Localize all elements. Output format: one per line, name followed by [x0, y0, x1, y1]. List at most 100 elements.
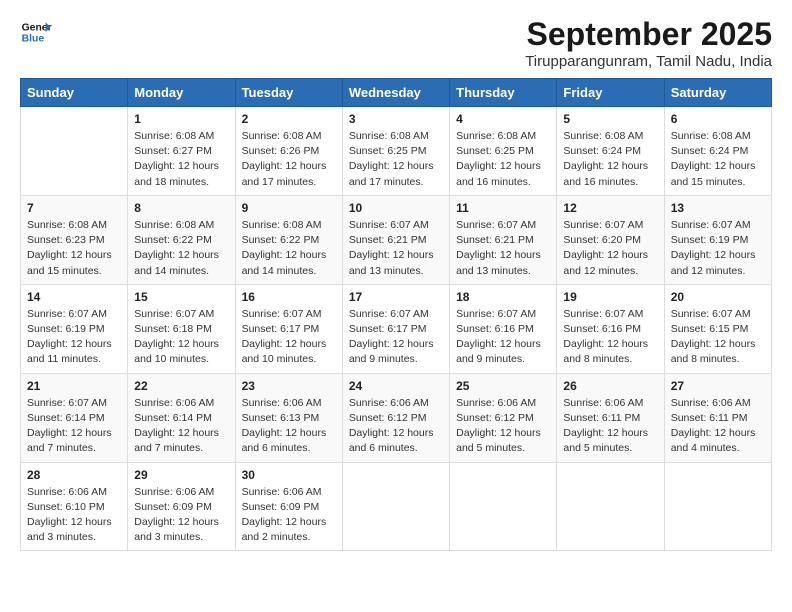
- calendar-cell: 23 Sunrise: 6:06 AM Sunset: 6:13 PM Dayli…: [235, 373, 342, 462]
- calendar-cell: 14 Sunrise: 6:07 AM Sunset: 6:19 PM Dayli…: [21, 284, 128, 373]
- day-number: 22: [134, 379, 228, 393]
- day-number: 13: [671, 201, 765, 215]
- calendar-cell: 6 Sunrise: 6:08 AM Sunset: 6:24 PM Daylig…: [664, 107, 771, 196]
- location-title: Tirupparangunram, Tamil Nadu, India: [525, 53, 772, 70]
- calendar-cell: 27Sunrise: 6:06 AM Sunset: 6:11 PM Dayli…: [664, 373, 771, 462]
- calendar-cell: 12 Sunrise: 6:07 AM Sunset: 6:20 PM Dayli…: [557, 195, 664, 284]
- day-number: 14: [27, 290, 121, 304]
- cell-info: Sunrise: 6:07 AM Sunset: 6:14 PM Dayligh…: [27, 396, 121, 457]
- day-number: 17: [349, 290, 443, 304]
- day-header-tuesday: Tuesday: [235, 79, 342, 107]
- cell-info: Sunrise: 6:08 AM Sunset: 6:22 PM Dayligh…: [134, 218, 228, 279]
- cell-info: Sunrise: 6:08 AM Sunset: 6:23 PM Dayligh…: [27, 218, 121, 279]
- calendar-cell: 5 Sunrise: 6:08 AM Sunset: 6:24 PM Daylig…: [557, 107, 664, 196]
- cell-info: Sunrise: 6:06 AM Sunset: 6:09 PM Dayligh…: [134, 485, 228, 546]
- cell-info: Sunrise: 6:07 AM Sunset: 6:17 PM Dayligh…: [242, 307, 336, 368]
- calendar-cell: 26 Sunrise: 6:06 AM Sunset: 6:11 PM Dayli…: [557, 373, 664, 462]
- calendar-cell: [342, 462, 449, 551]
- calendar-week-row: 7 Sunrise: 6:08 AM Sunset: 6:23 PM Daylig…: [21, 195, 772, 284]
- calendar-cell: [664, 462, 771, 551]
- day-header-wednesday: Wednesday: [342, 79, 449, 107]
- calendar-cell: 29 Sunrise: 6:06 AM Sunset: 6:09 PM Dayli…: [128, 462, 235, 551]
- cell-info: Sunrise: 6:07 AM Sunset: 6:18 PM Dayligh…: [134, 307, 228, 368]
- calendar-header-row: SundayMondayTuesdayWednesdayThursdayFrid…: [21, 79, 772, 107]
- calendar-cell: 2 Sunrise: 6:08 AM Sunset: 6:26 PM Daylig…: [235, 107, 342, 196]
- day-number: 6: [671, 112, 765, 126]
- calendar-cell: 1 Sunrise: 6:08 AM Sunset: 6:27 PM Daylig…: [128, 107, 235, 196]
- day-number: 29: [134, 468, 228, 482]
- calendar-cell: 17 Sunrise: 6:07 AM Sunset: 6:17 PM Dayli…: [342, 284, 449, 373]
- day-number: 25: [456, 379, 550, 393]
- calendar-cell: 24 Sunrise: 6:06 AM Sunset: 6:12 PM Dayli…: [342, 373, 449, 462]
- svg-text:Blue: Blue: [22, 34, 45, 45]
- calendar-cell: 9 Sunrise: 6:08 AM Sunset: 6:22 PM Daylig…: [235, 195, 342, 284]
- day-number: 16: [242, 290, 336, 304]
- cell-info: Sunrise: 6:08 AM Sunset: 6:26 PM Dayligh…: [242, 129, 336, 190]
- calendar-cell: 28Sunrise: 6:06 AM Sunset: 6:10 PM Dayli…: [21, 462, 128, 551]
- calendar-week-row: 14 Sunrise: 6:07 AM Sunset: 6:19 PM Dayli…: [21, 284, 772, 373]
- calendar-cell: 25Sunrise: 6:06 AM Sunset: 6:12 PM Dayli…: [450, 373, 557, 462]
- calendar-cell: 19 Sunrise: 6:07 AM Sunset: 6:16 PM Dayli…: [557, 284, 664, 373]
- day-header-friday: Friday: [557, 79, 664, 107]
- day-number: 24: [349, 379, 443, 393]
- calendar-cell: [450, 462, 557, 551]
- calendar-cell: 4Sunrise: 6:08 AM Sunset: 6:25 PM Daylig…: [450, 107, 557, 196]
- cell-info: Sunrise: 6:07 AM Sunset: 6:21 PM Dayligh…: [349, 218, 443, 279]
- calendar-week-row: 21 Sunrise: 6:07 AM Sunset: 6:14 PM Dayli…: [21, 373, 772, 462]
- calendar-cell: 13 Sunrise: 6:07 AM Sunset: 6:19 PM Dayli…: [664, 195, 771, 284]
- title-block: September 2025 Tirupparangunram, Tamil N…: [525, 16, 772, 70]
- cell-info: Sunrise: 6:06 AM Sunset: 6:14 PM Dayligh…: [134, 396, 228, 457]
- cell-info: Sunrise: 6:06 AM Sunset: 6:11 PM Dayligh…: [671, 396, 765, 457]
- cell-info: Sunrise: 6:06 AM Sunset: 6:13 PM Dayligh…: [242, 396, 336, 457]
- cell-info: Sunrise: 6:07 AM Sunset: 6:19 PM Dayligh…: [671, 218, 765, 279]
- day-number: 9: [242, 201, 336, 215]
- cell-info: Sunrise: 6:06 AM Sunset: 6:09 PM Dayligh…: [242, 485, 336, 546]
- cell-info: Sunrise: 6:08 AM Sunset: 6:24 PM Dayligh…: [671, 129, 765, 190]
- calendar-cell: 3 Sunrise: 6:08 AM Sunset: 6:25 PM Daylig…: [342, 107, 449, 196]
- cell-info: Sunrise: 6:08 AM Sunset: 6:24 PM Dayligh…: [563, 129, 657, 190]
- cell-info: Sunrise: 6:07 AM Sunset: 6:16 PM Dayligh…: [456, 307, 550, 368]
- cell-info: Sunrise: 6:08 AM Sunset: 6:27 PM Dayligh…: [134, 129, 228, 190]
- day-number: 21: [27, 379, 121, 393]
- day-number: 7: [27, 201, 121, 215]
- calendar-week-row: 28Sunrise: 6:06 AM Sunset: 6:10 PM Dayli…: [21, 462, 772, 551]
- day-number: 30: [242, 468, 336, 482]
- cell-info: Sunrise: 6:07 AM Sunset: 6:19 PM Dayligh…: [27, 307, 121, 368]
- logo: General Blue: [20, 16, 52, 48]
- day-header-monday: Monday: [128, 79, 235, 107]
- day-number: 26: [563, 379, 657, 393]
- day-header-sunday: Sunday: [21, 79, 128, 107]
- day-number: 5: [563, 112, 657, 126]
- day-number: 11: [456, 201, 550, 215]
- day-number: 19: [563, 290, 657, 304]
- cell-info: Sunrise: 6:07 AM Sunset: 6:21 PM Dayligh…: [456, 218, 550, 279]
- cell-info: Sunrise: 6:06 AM Sunset: 6:11 PM Dayligh…: [563, 396, 657, 457]
- cell-info: Sunrise: 6:08 AM Sunset: 6:22 PM Dayligh…: [242, 218, 336, 279]
- day-number: 3: [349, 112, 443, 126]
- calendar-cell: 20 Sunrise: 6:07 AM Sunset: 6:15 PM Dayli…: [664, 284, 771, 373]
- logo-icon: General Blue: [20, 16, 52, 48]
- day-number: 2: [242, 112, 336, 126]
- calendar-cell: [21, 107, 128, 196]
- calendar-cell: 7 Sunrise: 6:08 AM Sunset: 6:23 PM Daylig…: [21, 195, 128, 284]
- cell-info: Sunrise: 6:07 AM Sunset: 6:15 PM Dayligh…: [671, 307, 765, 368]
- cell-info: Sunrise: 6:07 AM Sunset: 6:20 PM Dayligh…: [563, 218, 657, 279]
- day-header-thursday: Thursday: [450, 79, 557, 107]
- day-number: 18: [456, 290, 550, 304]
- cell-info: Sunrise: 6:07 AM Sunset: 6:16 PM Dayligh…: [563, 307, 657, 368]
- header: General Blue September 2025 Tirupparangu…: [20, 16, 772, 70]
- calendar-cell: 8Sunrise: 6:08 AM Sunset: 6:22 PM Daylig…: [128, 195, 235, 284]
- calendar-week-row: 1 Sunrise: 6:08 AM Sunset: 6:27 PM Daylig…: [21, 107, 772, 196]
- day-number: 1: [134, 112, 228, 126]
- calendar-table: SundayMondayTuesdayWednesdayThursdayFrid…: [20, 78, 772, 551]
- day-number: 15: [134, 290, 228, 304]
- cell-info: Sunrise: 6:06 AM Sunset: 6:12 PM Dayligh…: [349, 396, 443, 457]
- cell-info: Sunrise: 6:07 AM Sunset: 6:17 PM Dayligh…: [349, 307, 443, 368]
- calendar-cell: 22 Sunrise: 6:06 AM Sunset: 6:14 PM Dayli…: [128, 373, 235, 462]
- day-number: 23: [242, 379, 336, 393]
- day-number: 20: [671, 290, 765, 304]
- day-number: 12: [563, 201, 657, 215]
- cell-info: Sunrise: 6:08 AM Sunset: 6:25 PM Dayligh…: [349, 129, 443, 190]
- calendar-cell: 21 Sunrise: 6:07 AM Sunset: 6:14 PM Dayli…: [21, 373, 128, 462]
- day-number: 10: [349, 201, 443, 215]
